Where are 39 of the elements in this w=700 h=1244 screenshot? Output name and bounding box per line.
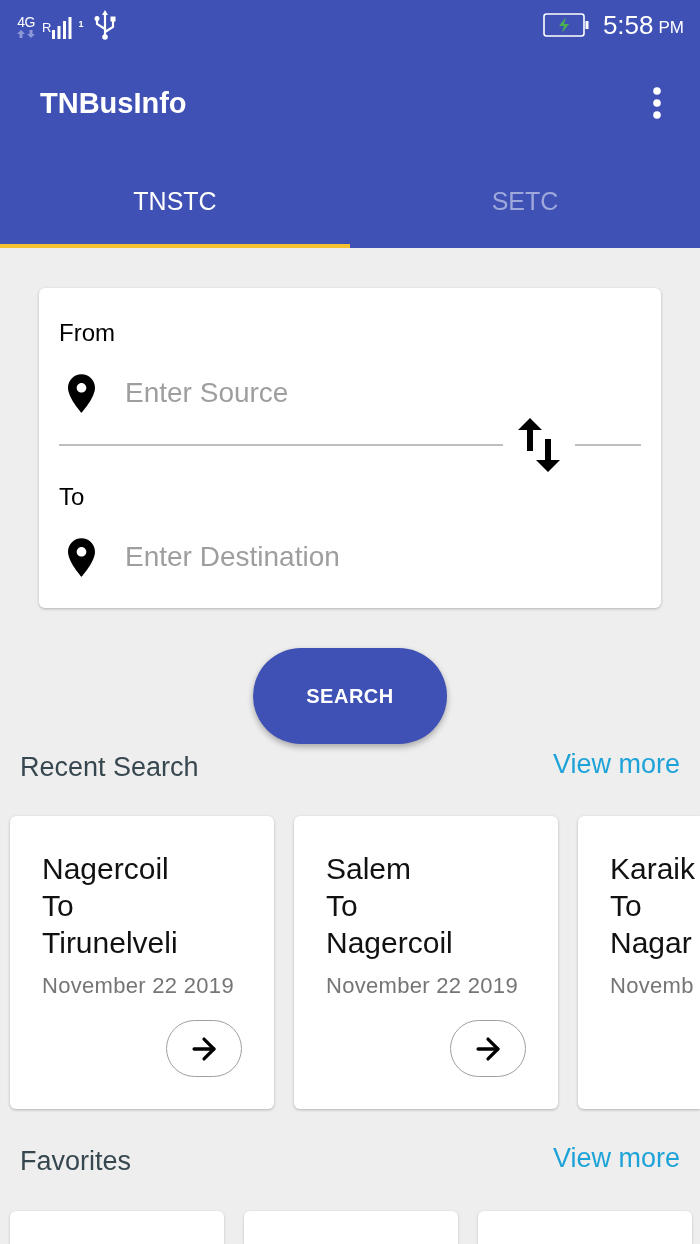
swap-vertical-icon [518,418,560,472]
menu-button[interactable] [653,87,661,119]
connector-text: To [42,888,74,924]
date-text: November 22 2019 [42,972,234,1000]
usb-icon [93,10,118,40]
destination-field[interactable]: Enter Destination [125,535,641,579]
origin-text: Nagercoil [42,851,169,887]
more-vertical-icon [653,87,661,119]
connector-text: To [326,888,358,924]
battery-icon [542,13,589,37]
route-card[interactable]: Nagercoil To Tirunelveli November 22 2019 [10,816,274,1109]
roaming-indicator: R [42,21,52,34]
date-text: November 22 2019 [326,972,518,1000]
location-pin-icon [68,537,95,577]
clock-time: 5:58 [602,10,654,40]
destination-text: Nagar [610,925,692,961]
route-card[interactable]: Karaik To Nagar Novemb [578,816,700,1109]
origin-text: Salem [326,851,412,887]
search-button[interactable]: SEARCH [253,648,447,744]
network-type-text: 4G [17,14,35,29]
route-card[interactable]: Salem To Nagercoil November 22 2019 [294,816,558,1109]
tab[interactable]: TNSTC [0,156,350,248]
section-title: Favorites [20,1145,132,1178]
section-title: Recent Search [20,751,199,784]
destination-text: Tirunelveli [42,925,178,961]
data-arrows-icon [17,29,35,38]
source-field[interactable]: Enter Source [125,371,641,415]
to-label: To [59,482,85,512]
swap-button[interactable] [518,418,560,472]
clock-meridiem: PM [658,17,684,38]
connector-text: To [610,888,642,924]
origin-text: Karaik [610,851,696,887]
from-label: From [59,318,115,348]
sim-slot-text: 1 [78,20,84,29]
signal-bars-icon [52,17,73,39]
app-title: TNBusInfo [40,86,187,121]
location-pin-icon [68,373,95,413]
destination-text: Nagercoil [326,925,453,961]
date-text: Novemb [610,972,694,1000]
